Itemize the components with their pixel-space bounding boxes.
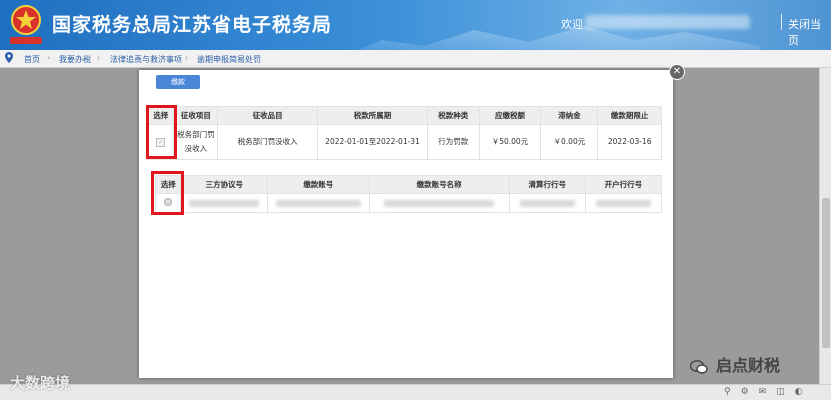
col-late-fee: 滞纳金 [540,106,599,125]
account-no-cell [267,193,370,213]
redacted-value [519,200,575,207]
breadcrumb-current: 逾期申报简易处罚 [197,55,261,64]
table-row [154,193,663,213]
col-subitem: 征收品目 [217,106,319,125]
col-item: 征收项目 [173,106,219,125]
wechat-icon [690,359,708,374]
breadcrumb-separator: › [47,53,51,62]
breadcrumb-legal-matters[interactable]: 法律追责与救济事项 [110,54,182,65]
tax-emblem-icon [10,5,42,44]
location-pin-icon [5,52,13,63]
redacted-value [275,200,361,207]
status-bar-icons: ⚲⚙✉◫◐ [724,387,813,397]
col-kind: 税款种类 [426,106,480,125]
col-period: 税款所属期 [317,106,428,125]
page-scrollbar[interactable] [819,68,831,384]
site-header: 国家税务总局江苏省电子税务局 欢迎 关闭当页 [0,0,831,50]
redacted-value [595,200,651,207]
close-page-link[interactable]: 关闭当页 [788,16,831,48]
col-agreement-no: 三方协议号 [180,175,269,194]
tax-items-table: 选择 征收项目 征收品目 税款所属期 税款种类 应缴税额 滞纳金 缴款期限止 ✓… [146,106,662,160]
breadcrumb-separator: › [97,53,101,62]
payment-dialog: 缴款 选择 征收项目 征收品目 税款所属期 税款种类 应缴税额 滞纳金 缴款期限… [139,70,673,378]
site-title: 国家税务总局江苏省电子税务局 [52,14,333,36]
watermark-right: 启点财税 [690,352,780,376]
col-account-no: 缴款账号 [267,175,370,194]
deadline-cell: 2022-03-16 [597,124,662,160]
payment-account-table: 选择 三方协议号 缴款账号 缴款账号名称 清算行行号 开户行行号 [154,175,663,213]
col-amount: 应缴税额 [478,106,542,125]
welcome-label: 欢迎 [561,18,583,31]
amount-cell: ￥50.00元 [478,124,542,160]
breadcrumb-tax-tasks[interactable]: 我要办税 [59,54,91,65]
dialog-close-icon[interactable]: ✕ [669,64,685,80]
redacted-value [384,200,495,207]
scroll-thumb[interactable] [822,198,830,348]
highlight-box [146,105,177,159]
pay-button[interactable]: 缴款 [156,75,200,89]
subitem-cell: 税务部门罚没收入 [217,124,319,160]
agreement-no-cell [180,193,269,213]
status-bar: ⚲⚙✉◫◐ [0,384,831,400]
kind-cell: 行为罚款 [426,124,480,160]
table-row: ✓ 税务部门罚没收入 税务部门罚没收入 2022-01-01至2022-01-3… [146,124,662,160]
watermark-left: 大数跨境 [10,374,71,392]
table-header-row: 选择 三方协议号 缴款账号 缴款账号名称 清算行行号 开户行行号 [154,175,663,194]
watermark-right-text: 启点财税 [716,356,781,375]
late-fee-cell: ￥0.00元 [540,124,599,160]
col-deadline: 缴款期限止 [597,106,662,125]
breadcrumb: 首页 › 我要办税 › 法律追责与救济事项 › 逾期申报简易处罚 [0,50,831,68]
breadcrumb-separator: › [185,53,189,62]
table-header-row: 选择 征收项目 征收品目 税款所属期 税款种类 应缴税额 滞纳金 缴款期限止 [146,106,662,125]
col-clearing-bank: 清算行行号 [508,175,586,194]
col-opening-bank: 开户行行号 [584,175,663,194]
period-cell: 2022-01-01至2022-01-31 [317,124,428,160]
account-name-cell [368,193,510,213]
highlight-box [151,171,184,215]
opening-bank-cell [584,193,663,213]
redacted-value [189,200,260,207]
user-name-redacted [585,15,750,29]
clearing-bank-cell [508,193,586,213]
col-account-name: 缴款账号名称 [368,175,510,194]
header-divider [781,14,782,30]
item-cell: 税务部门罚没收入 [173,124,219,160]
breadcrumb-home[interactable]: 首页 [24,54,40,65]
